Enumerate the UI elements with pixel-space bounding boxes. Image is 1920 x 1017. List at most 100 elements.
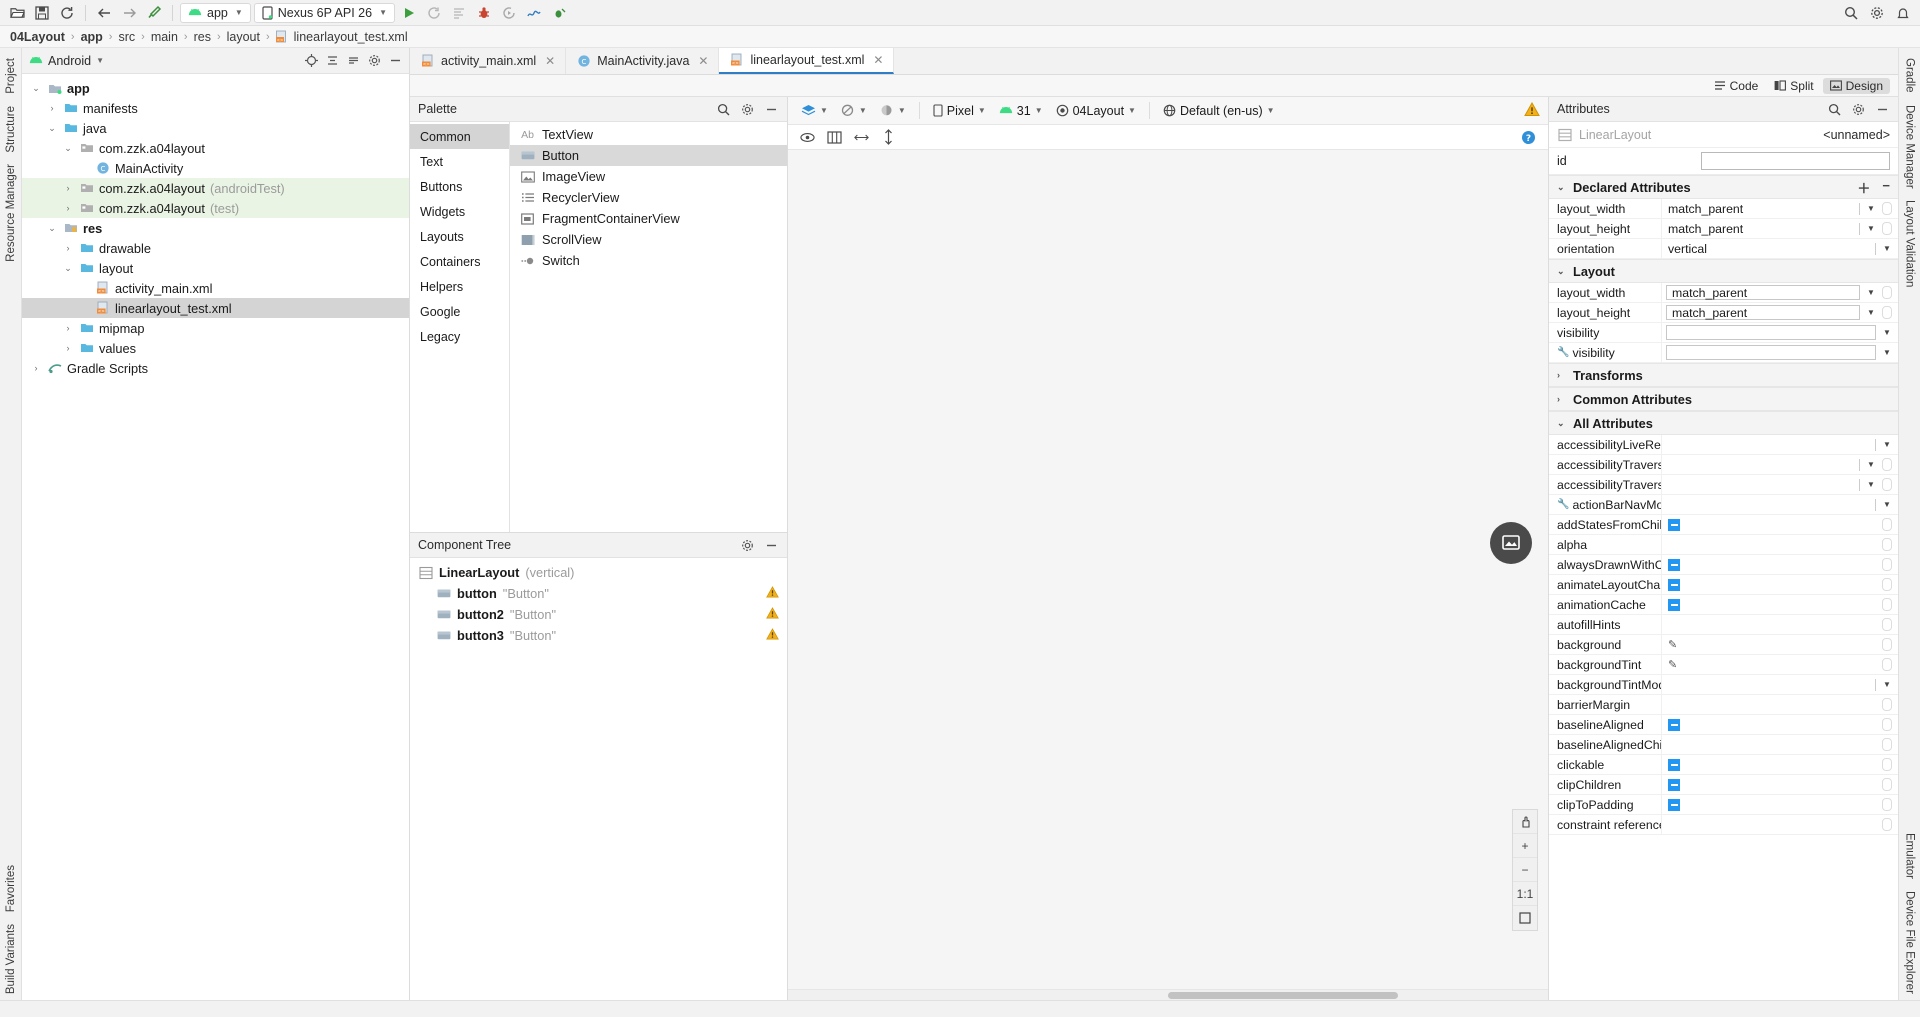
zoom-actual-size-label[interactable]: 1:1: [1513, 882, 1537, 906]
attribute-value-cell[interactable]: [1661, 795, 1898, 814]
chevron-down-icon[interactable]: ▼: [96, 56, 104, 65]
chevron-right-icon[interactable]: ›: [1557, 370, 1567, 380]
attribute-value-cell[interactable]: [1661, 535, 1898, 554]
chevron-right-icon[interactable]: ›: [62, 343, 74, 353]
value-pill[interactable]: [1882, 818, 1892, 831]
add-attribute-icon[interactable]: ＋: [1857, 178, 1870, 197]
attribute-value-cell[interactable]: ▼: [1661, 455, 1898, 474]
attribute-value[interactable]: match_parent: [1662, 202, 1855, 216]
warning-triangle-icon[interactable]: [766, 628, 779, 643]
breadcrumb-item-5[interactable]: layout: [225, 30, 262, 44]
settings-gear-icon[interactable]: [740, 538, 755, 553]
attribute-checkbox[interactable]: [1668, 558, 1680, 571]
chevron-down-icon[interactable]: ▼: [1880, 244, 1894, 253]
attribute-value-cell[interactable]: [1661, 755, 1898, 774]
chevron-down-icon[interactable]: ▼: [1864, 204, 1878, 213]
attribute-value-cell[interactable]: match_parent ▼: [1661, 283, 1898, 302]
palette-item-textview[interactable]: Ab TextView: [510, 124, 787, 145]
theme-dropdown[interactable]: 04Layout ▼: [1051, 103, 1141, 119]
attribute-checkbox[interactable]: [1668, 518, 1680, 531]
blueprint-icon[interactable]: ▼: [836, 103, 872, 118]
project-tree[interactable]: ⌄ app › manifests ⌄ java ⌄ com.zzk.a04layout › C M…: [22, 74, 409, 1000]
attribute-row[interactable]: autofillHints: [1549, 615, 1898, 635]
palette-item-scrollview[interactable]: ScrollView: [510, 229, 787, 250]
editor-tab[interactable]: <> linearlayout_test.xml ✕: [719, 48, 895, 74]
target-icon[interactable]: [304, 53, 319, 68]
help-icon[interactable]: ?: [1521, 130, 1536, 145]
value-pill[interactable]: [1882, 798, 1892, 811]
palette-category-buttons[interactable]: Buttons: [410, 174, 509, 199]
attribute-row[interactable]: accessibilityLiveRegion ▼: [1549, 435, 1898, 455]
chevron-down-icon[interactable]: ⌄: [1557, 418, 1567, 429]
attribute-value-cell[interactable]: [1661, 815, 1898, 834]
attribute-value-cell[interactable]: [1661, 515, 1898, 534]
sidebar-item-device-file-explorer[interactable]: Device File Explorer: [1901, 885, 1919, 1000]
settings-gear-icon[interactable]: [1851, 102, 1866, 117]
palette-item-switch[interactable]: Switch: [510, 250, 787, 271]
attribute-row[interactable]: alwaysDrawnWithCa...: [1549, 555, 1898, 575]
palette-item-list[interactable]: Ab TextView Button ImageView RecyclerView Fra…: [510, 122, 787, 532]
editor-tab-bar[interactable]: <> activity_main.xml ✕ C MainActivity.java ✕ <…: [410, 48, 1898, 75]
palette-item-fragmentcontainerview[interactable]: FragmentContainerView: [510, 208, 787, 229]
search-icon[interactable]: [1840, 3, 1862, 23]
chevron-right-icon[interactable]: ›: [62, 183, 74, 193]
attribute-checkbox[interactable]: [1668, 778, 1680, 791]
value-pill[interactable]: [1882, 518, 1892, 531]
attribute-row[interactable]: backgroundTint ✎: [1549, 655, 1898, 675]
chevron-right-icon[interactable]: ›: [62, 323, 74, 333]
project-tree-node[interactable]: › com.zzk.a04layout (androidTest): [22, 178, 409, 198]
attribute-row[interactable]: orientation vertical ▼: [1549, 239, 1898, 259]
attribute-row[interactable]: baselineAlignedChild...: [1549, 735, 1898, 755]
close-icon[interactable]: ✕: [545, 54, 555, 68]
minimize-icon[interactable]: [388, 53, 403, 68]
attribute-row[interactable]: 🔧actionBarNavMode ▼: [1549, 495, 1898, 515]
sidebar-item-resource-manager[interactable]: Resource Manager: [2, 158, 20, 268]
horizontal-align-icon[interactable]: [854, 130, 869, 145]
attribute-row[interactable]: layout_width match_parent ▼: [1549, 283, 1898, 303]
breadcrumb-item-2[interactable]: src: [116, 30, 137, 44]
project-tree-node[interactable]: › drawable: [22, 238, 409, 258]
save-icon[interactable]: [31, 3, 53, 23]
palette-category-google[interactable]: Google: [410, 299, 509, 324]
chevron-down-icon[interactable]: ⌄: [1557, 266, 1567, 277]
breadcrumb-item-0[interactable]: 04Layout: [8, 30, 67, 44]
attributes-section-header[interactable]: ⌄ All Attributes: [1549, 411, 1898, 435]
collapse-all-icon[interactable]: [325, 53, 340, 68]
palette-category-layouts[interactable]: Layouts: [410, 224, 509, 249]
attribute-value-cell[interactable]: match_parent ▼: [1661, 303, 1898, 322]
palette-category-legacy[interactable]: Legacy: [410, 324, 509, 349]
project-tree-node[interactable]: ›<>linearlayout_test.xml: [22, 298, 409, 318]
attribute-value-cell[interactable]: match_parent ▼: [1661, 219, 1898, 238]
project-tree-node[interactable]: ›CMainActivity: [22, 158, 409, 178]
attribute-checkbox[interactable]: [1668, 598, 1680, 611]
search-icon[interactable]: [716, 102, 731, 117]
attribute-value-cell[interactable]: [1661, 595, 1898, 614]
attribute-row[interactable]: accessibilityTraversal... ▼: [1549, 455, 1898, 475]
api-level-dropdown[interactable]: 31 ▼: [994, 103, 1048, 119]
chevron-down-icon[interactable]: ▼: [1880, 500, 1894, 509]
project-tree-node[interactable]: › com.zzk.a04layout (test): [22, 198, 409, 218]
search-icon[interactable]: [1827, 102, 1842, 117]
attribute-value-cell[interactable]: ▼: [1661, 435, 1898, 454]
sidebar-item-device-manager[interactable]: Device Manager: [1901, 99, 1919, 195]
canvas-horizontal-scrollbar[interactable]: [788, 989, 1548, 1000]
sidebar-item-gradle[interactable]: Gradle: [1901, 52, 1919, 99]
close-icon[interactable]: ✕: [873, 53, 883, 67]
eyedropper-icon[interactable]: ✎: [1668, 638, 1677, 651]
chevron-down-icon[interactable]: ⌄: [62, 263, 74, 274]
sync-icon[interactable]: [56, 3, 78, 23]
chevron-down-icon[interactable]: ▼: [1880, 348, 1894, 357]
project-tree-node[interactable]: ⌄ java: [22, 118, 409, 138]
breadcrumb-item-1[interactable]: app: [79, 30, 105, 44]
attribute-checkbox[interactable]: [1668, 718, 1680, 731]
attribute-row[interactable]: visibility ▼: [1549, 323, 1898, 343]
run-icon[interactable]: [398, 3, 420, 23]
attribute-row[interactable]: 🔧 visibility ▼: [1549, 343, 1898, 363]
attributes-sections[interactable]: ⌄ Declared Attributes ＋ − layout_width match_…: [1549, 175, 1898, 1000]
eye-icon[interactable]: [800, 130, 815, 145]
view-mode-split[interactable]: Split: [1767, 78, 1820, 94]
component-tree-row[interactable]: LinearLayout (vertical): [410, 562, 787, 583]
apply-code-changes-icon[interactable]: [448, 3, 470, 23]
attribute-checkbox[interactable]: [1668, 798, 1680, 811]
value-pill[interactable]: [1882, 458, 1892, 471]
